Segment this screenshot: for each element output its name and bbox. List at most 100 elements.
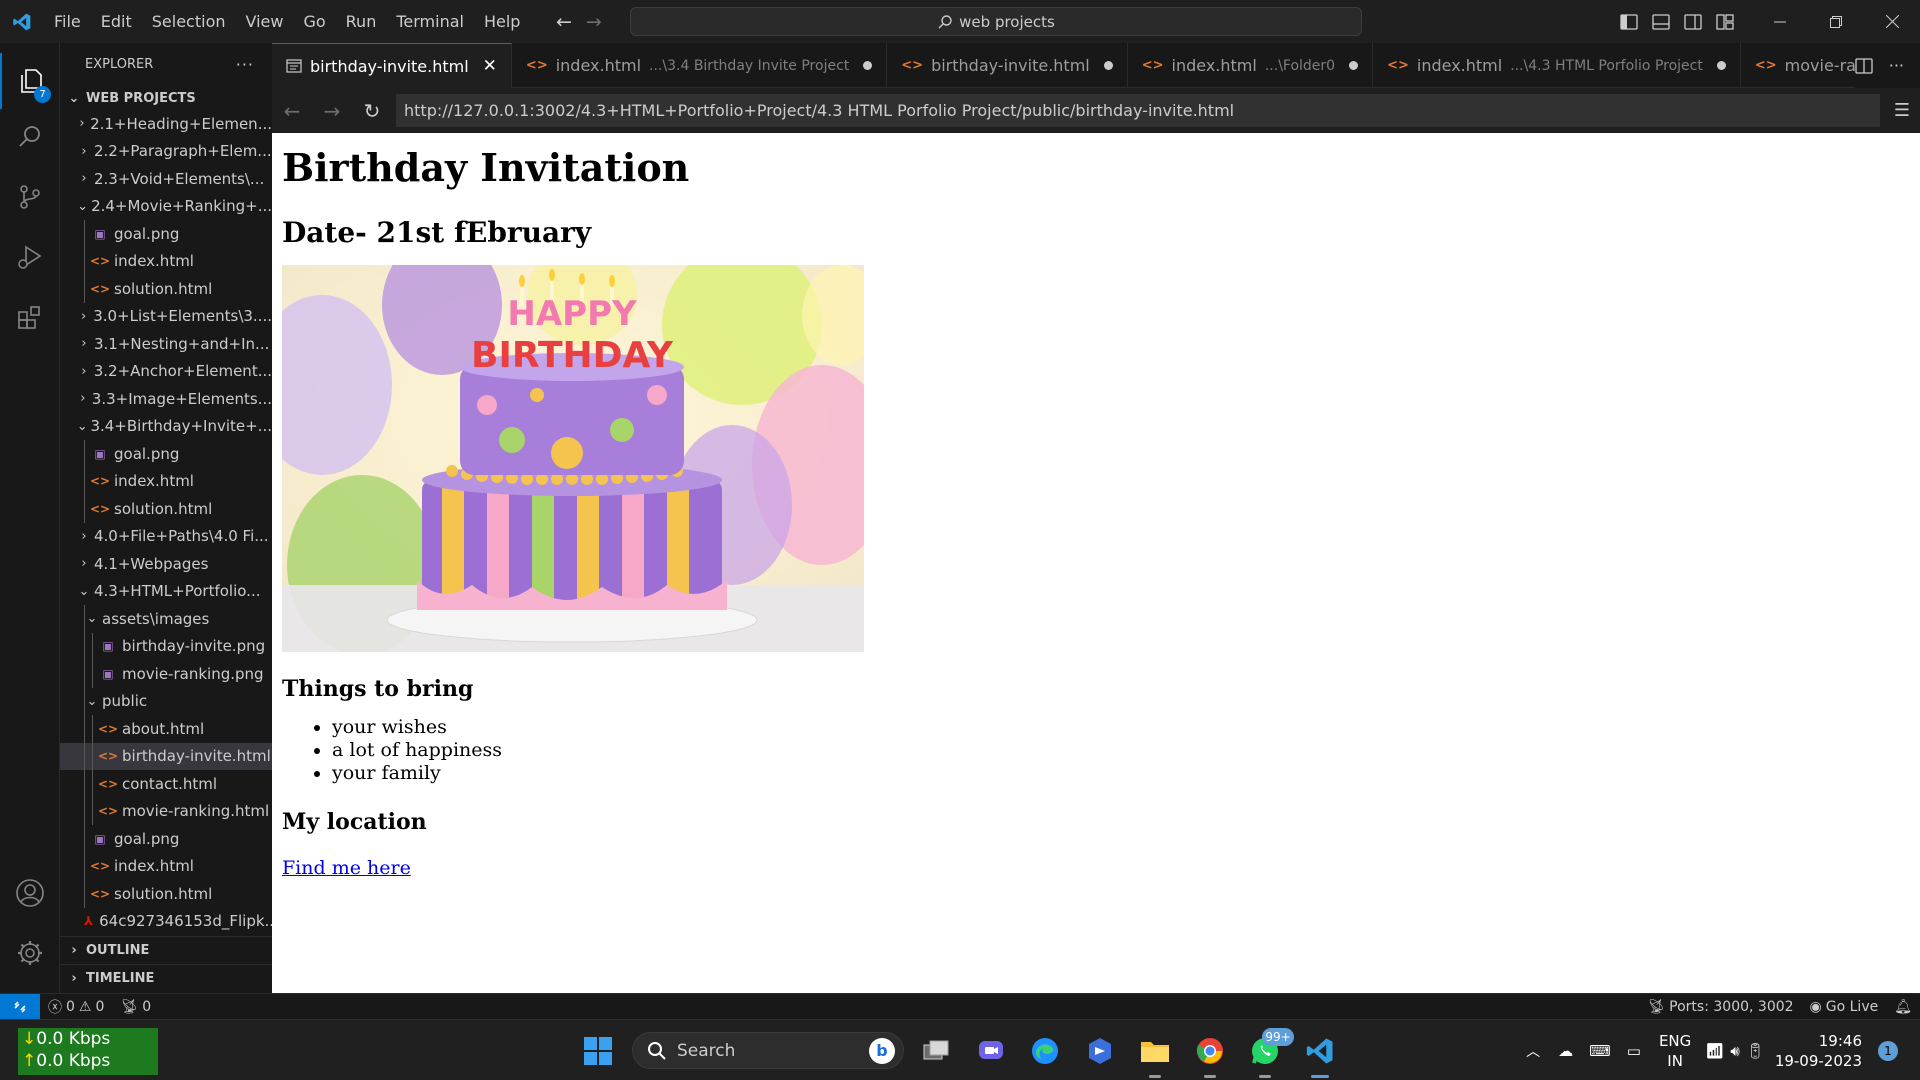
- tree-folder[interactable]: ⌄ 2.4+Movie+Ranking+...: [60, 193, 272, 221]
- edge-button[interactable]: [1028, 1034, 1062, 1068]
- accounts-activity[interactable]: [0, 865, 60, 921]
- url-input[interactable]: [396, 94, 1880, 127]
- language-indicator[interactable]: ENG IN: [1659, 1031, 1691, 1071]
- browser-reload-button[interactable]: ↻: [352, 88, 392, 133]
- tree-file[interactable]: <> solution.html: [60, 275, 272, 303]
- notification-badge[interactable]: 1: [1878, 1040, 1898, 1061]
- start-button[interactable]: [581, 1034, 615, 1068]
- tree-folder[interactable]: ⌄ 3.4+Birthday+Invite+...: [60, 413, 272, 441]
- chrome-button[interactable]: [1193, 1034, 1227, 1078]
- tree-folder[interactable]: › 2.1+Heading+Elemen...: [60, 110, 272, 138]
- menu-edit[interactable]: Edit: [91, 0, 142, 43]
- tab-index-folder0[interactable]: <> index.html ...\Folder0: [1128, 43, 1374, 88]
- tree-folder[interactable]: › 4.1+Webpages: [60, 550, 272, 578]
- unsaved-dot-icon[interactable]: [1103, 61, 1113, 70]
- onedrive-icon[interactable]: ☁: [1558, 1042, 1573, 1060]
- more-actions-icon[interactable]: ···: [1889, 56, 1904, 75]
- display-icon[interactable]: ▭: [1627, 1042, 1641, 1060]
- battery-icon[interactable]: 🔋︎: [1746, 1042, 1765, 1060]
- unsaved-dot-icon[interactable]: [1349, 61, 1359, 70]
- tree-folder[interactable]: › 2.3+Void+Elements\...: [60, 165, 272, 193]
- restore-button[interactable]: [1808, 0, 1864, 43]
- minimize-button[interactable]: [1752, 0, 1808, 43]
- tree-file[interactable]: <> index.html: [60, 467, 272, 495]
- tree-folder[interactable]: › 3.0+List+Elements\3....: [60, 303, 272, 331]
- problems-indicator[interactable]: ⓧ 0 ⚠ 0: [40, 997, 112, 1017]
- ports-status[interactable]: 📡︎ Ports: 3000, 3002: [1639, 999, 1801, 1015]
- tree-file[interactable]: ▣ birthday-invite.png: [60, 632, 272, 660]
- task-view-button[interactable]: [919, 1034, 953, 1068]
- browser-menu-icon[interactable]: ☰: [1894, 88, 1910, 133]
- tree-folder[interactable]: › 3.1+Nesting+and+In...: [60, 330, 272, 358]
- tree-file[interactable]: <> index.html: [60, 247, 272, 275]
- go-live-button[interactable]: ◉ Go Live: [1802, 999, 1887, 1015]
- tree-folder[interactable]: › 3.3+Image+Elements...: [60, 385, 272, 413]
- toggle-primary-sidebar-icon[interactable]: [1620, 13, 1638, 31]
- command-center-search[interactable]: web projects: [630, 7, 1362, 36]
- tree-file[interactable]: <> solution.html: [60, 880, 272, 908]
- tree-file[interactable]: <> about.html: [60, 715, 272, 743]
- tree-file[interactable]: <> birthday-invite.html: [60, 742, 272, 770]
- tab-index-portfolio[interactable]: <> index.html ...\4.3 HTML Porfolio Proj…: [1373, 43, 1741, 88]
- toggle-secondary-sidebar-icon[interactable]: [1684, 13, 1702, 31]
- menu-terminal[interactable]: Terminal: [386, 0, 474, 43]
- outline-section[interactable]: › OUTLINE: [60, 936, 272, 964]
- forward-arrow-icon[interactable]: →: [586, 11, 602, 33]
- menu-view[interactable]: View: [236, 0, 294, 43]
- back-arrow-icon[interactable]: ←: [556, 11, 572, 33]
- tab-birthday-invite-preview[interactable]: birthday-invite.html ✕: [272, 43, 512, 88]
- tree-folder[interactable]: ⌄ public: [60, 687, 272, 715]
- split-editor-icon[interactable]: [1855, 57, 1873, 75]
- chevron-up-icon[interactable]: ︿: [1526, 1041, 1540, 1061]
- remote-indicator[interactable]: [0, 993, 40, 1020]
- tree-file[interactable]: ▣ goal.png: [60, 220, 272, 248]
- tree-folder[interactable]: › 2.2+Paragraph+Elem...: [60, 138, 272, 166]
- tree-folder[interactable]: › 4.0+File+Paths\4.0 Fi...: [60, 523, 272, 551]
- teams-chat-button[interactable]: [974, 1034, 1008, 1068]
- find-me-link[interactable]: Find me here: [282, 857, 411, 879]
- copilot-button[interactable]: [1083, 1034, 1117, 1068]
- unsaved-dot-icon[interactable]: [863, 61, 873, 70]
- taskbar-search[interactable]: Search b: [632, 1032, 904, 1069]
- workspace-root[interactable]: ⌄ WEB PROJECTS: [60, 86, 272, 110]
- unsaved-dot-icon[interactable]: [1716, 61, 1726, 70]
- browser-back-button[interactable]: ←: [272, 88, 312, 133]
- tab-birthday-invite-html[interactable]: <> birthday-invite.html: [887, 43, 1128, 88]
- wifi-icon[interactable]: 📶︎: [1705, 1042, 1724, 1060]
- forwarded-ports-indicator[interactable]: 📡︎ 0: [112, 999, 159, 1015]
- menu-run[interactable]: Run: [336, 0, 387, 43]
- menu-go[interactable]: Go: [293, 0, 335, 43]
- source-control-activity[interactable]: [0, 169, 60, 225]
- tree-file[interactable]: <> movie-ranking.html: [60, 797, 272, 825]
- manage-activity[interactable]: [0, 925, 60, 981]
- volume-icon[interactable]: 🔊︎: [1730, 1042, 1739, 1060]
- tree-file[interactable]: ▣ goal.png: [60, 825, 272, 853]
- file-explorer-button[interactable]: [1138, 1034, 1172, 1078]
- tree-file[interactable]: <> contact.html: [60, 770, 272, 798]
- menu-selection[interactable]: Selection: [142, 0, 236, 43]
- vscode-taskbar-button[interactable]: [1303, 1034, 1337, 1078]
- search-activity[interactable]: [0, 109, 60, 165]
- close-window-button[interactable]: [1864, 0, 1920, 43]
- close-icon[interactable]: ✕: [483, 56, 497, 76]
- browser-forward-button[interactable]: →: [312, 88, 352, 133]
- more-actions-icon[interactable]: ···: [236, 55, 254, 74]
- tree-file[interactable]: ▣ goal.png: [60, 440, 272, 468]
- toggle-panel-icon[interactable]: [1652, 13, 1670, 31]
- tree-folder[interactable]: ⌄ 4.3+HTML+Portfolio...: [60, 578, 272, 606]
- tree-file[interactable]: ⅄ 64c927346153d_Flipk...: [60, 908, 272, 936]
- tree-file[interactable]: <> index.html: [60, 852, 272, 880]
- tab-index-birthday-invite[interactable]: <> index.html ...\3.4 Birthday Invite Pr…: [512, 43, 888, 88]
- tree-folder[interactable]: ⌄ assets\images: [60, 605, 272, 633]
- run-debug-activity[interactable]: [0, 229, 60, 285]
- tree-file[interactable]: ▣ movie-ranking.png: [60, 660, 272, 688]
- menu-help[interactable]: Help: [474, 0, 530, 43]
- keyboard-icon[interactable]: ⌨: [1589, 1042, 1611, 1060]
- menu-file[interactable]: File: [44, 0, 91, 43]
- clock[interactable]: 19:46 19-09-2023: [1775, 1031, 1862, 1071]
- tree-folder[interactable]: › 3.2+Anchor+Element...: [60, 358, 272, 386]
- tree-file[interactable]: <> solution.html: [60, 495, 272, 523]
- explorer-activity[interactable]: 7: [0, 53, 60, 109]
- notifications-bell[interactable]: 🔔︎: [1886, 999, 1920, 1015]
- customize-layout-icon[interactable]: [1716, 13, 1734, 31]
